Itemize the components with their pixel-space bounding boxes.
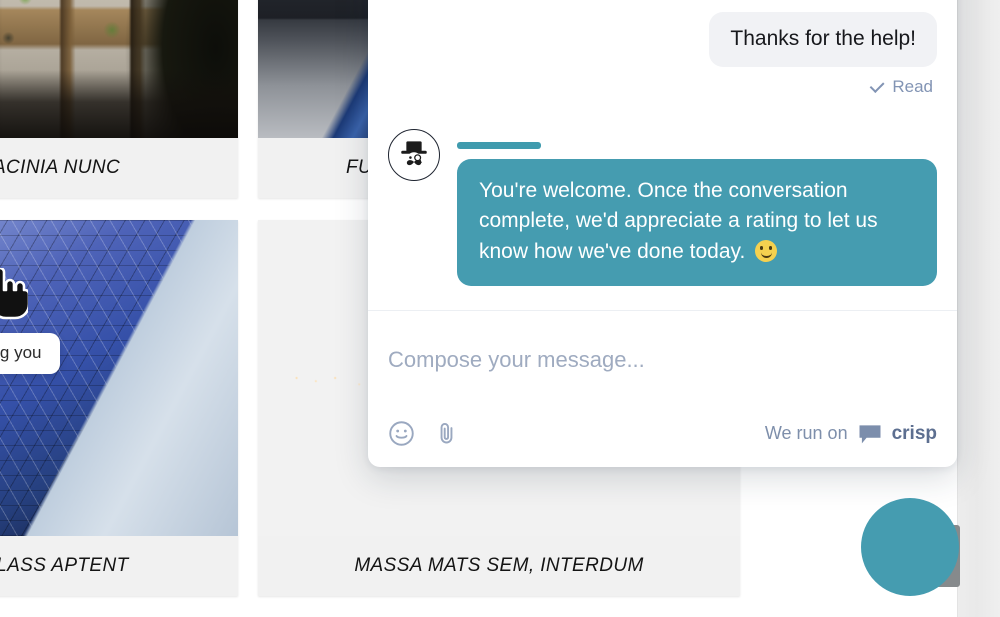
smiley-icon[interactable] (388, 420, 415, 447)
chat-composer: Compose your message... We run on crisp (368, 310, 957, 467)
gallery-caption-bottom-left: CLASS APTENT (0, 536, 238, 596)
chat-close-button[interactable] (861, 498, 959, 596)
compose-message-input[interactable]: Compose your message... (388, 311, 937, 373)
gallery-thumb-facade (0, 220, 238, 536)
chat-message-list[interactable]: Thanks for the help! Read You're welcome… (368, 0, 957, 310)
operator-message-bubble[interactable]: You're welcome. Once the conversation co… (457, 159, 937, 287)
gallery-card-top-left[interactable]: LACINIA NUNC (0, 0, 238, 198)
paperclip-icon[interactable] (433, 420, 460, 447)
gallery-card-bottom-left[interactable]: CLASS APTENT (0, 220, 238, 596)
check-icon (870, 78, 885, 94)
crisp-chat-panel: Thanks for the help! Read You're welcome… (368, 0, 957, 467)
read-receipt-label: Read (892, 77, 933, 97)
composer-actions: We run on crisp (388, 420, 937, 467)
gallery-thumb-patio (0, 0, 238, 138)
assist-tooltip-text: s assisting you (0, 343, 42, 362)
branding-prefix: We run on (764, 423, 848, 443)
message-visitor: Thanks for the help! Read (709, 12, 937, 97)
gallery-caption-bottom-right: MASSA MATS SEM, INTERDUM (258, 536, 740, 596)
screen: LACINIA NUNC FU CLASS APTENT MASSA MATS … (0, 0, 1000, 617)
crisp-branding[interactable]: We run on crisp (765, 423, 937, 445)
operator-avatar[interactable] (388, 129, 440, 181)
slightly-smiling-face-icon (755, 239, 778, 262)
visitor-message-bubble[interactable]: Thanks for the help! (709, 12, 937, 68)
gallery-caption-top-left: LACINIA NUNC (0, 138, 238, 198)
assist-tooltip: s assisting you (0, 333, 60, 374)
top-hat-monocle-mustache-icon (401, 141, 427, 167)
branding-name: crisp (891, 422, 937, 444)
operator-name-placeholder (457, 142, 541, 149)
composer-tools (388, 420, 460, 447)
message-operator: You're welcome. Once the conversation co… (388, 129, 937, 287)
operator-message-text: You're welcome. Once the conversation co… (479, 179, 878, 263)
crisp-speech-bubble-logo (858, 423, 882, 445)
read-receipt: Read (870, 77, 933, 97)
page-right-gutter (957, 0, 1000, 617)
